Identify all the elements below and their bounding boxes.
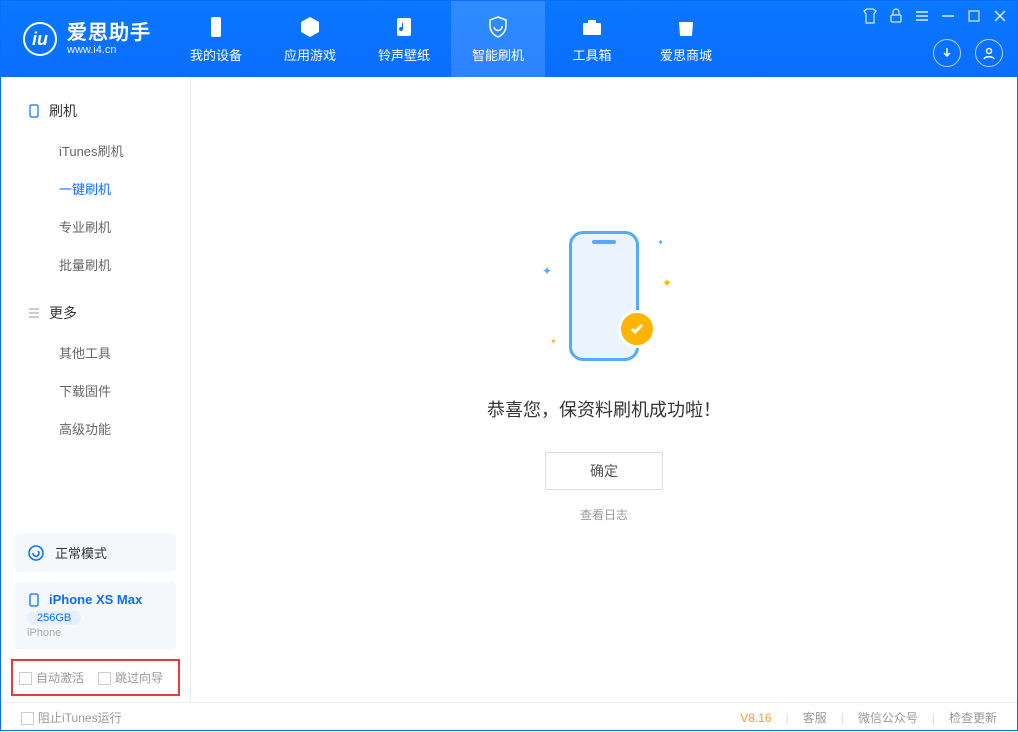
account-button[interactable] <box>975 39 1003 67</box>
tab-my-device[interactable]: 我的设备 <box>169 1 263 77</box>
header: iu 爱思助手 www.i4.cn 我的设备 应用游戏 铃声壁纸 智能刷机 工具… <box>1 1 1017 77</box>
close-icon[interactable] <box>991 7 1009 25</box>
sparkle-icon: ✦ <box>657 238 664 247</box>
app-logo: iu 爱思助手 www.i4.cn <box>1 22 169 56</box>
sparkle-icon: ✦ <box>550 337 557 346</box>
checkmark-badge-icon <box>618 310 656 348</box>
sidebar: 刷机 iTunes刷机 一键刷机 专业刷机 批量刷机 更多 其他工具 下载固件 … <box>1 77 191 702</box>
ok-button[interactable]: 确定 <box>545 452 663 490</box>
sidebar-group-more: 更多 <box>1 297 190 329</box>
check-update-link[interactable]: 检查更新 <box>949 709 997 726</box>
tab-apps-games[interactable]: 应用游戏 <box>263 1 357 77</box>
refresh-icon <box>27 544 45 562</box>
device-icon <box>27 104 41 118</box>
device-card[interactable]: iPhone XS Max 256GB iPhone <box>15 582 176 649</box>
phone-icon <box>204 15 228 39</box>
lock-icon[interactable] <box>887 7 905 25</box>
sidebar-item-advanced[interactable]: 高级功能 <box>1 409 190 447</box>
tshirt-icon[interactable] <box>861 7 879 25</box>
phone-small-icon <box>27 593 41 607</box>
success-message: 恭喜您，保资料刷机成功啦！ <box>487 396 721 422</box>
main-content: ✦ ✦ ✦ ✦ 恭喜您，保资料刷机成功啦！ 确定 查看日志 <box>191 77 1017 702</box>
sidebar-group-label: 更多 <box>49 303 77 323</box>
device-name-text: iPhone XS Max <box>49 592 142 607</box>
header-tabs: 我的设备 应用游戏 铃声壁纸 智能刷机 工具箱 爱思商城 <box>169 1 733 77</box>
shopping-bag-icon <box>674 15 698 39</box>
mode-label: 正常模式 <box>55 543 107 562</box>
tab-ringtones-wallpapers[interactable]: 铃声壁纸 <box>357 1 451 77</box>
cube-icon <box>298 15 322 39</box>
window-controls <box>861 7 1009 25</box>
sidebar-item-itunes-flash[interactable]: iTunes刷机 <box>1 131 190 169</box>
tab-label: 应用游戏 <box>284 45 336 64</box>
download-button[interactable] <box>933 39 961 67</box>
sidebar-group-flash: 刷机 <box>1 95 190 127</box>
toolbox-icon <box>580 15 604 39</box>
tab-toolbox[interactable]: 工具箱 <box>545 1 639 77</box>
menu-icon[interactable] <box>913 7 931 25</box>
music-note-icon <box>392 15 416 39</box>
view-log-link[interactable]: 查看日志 <box>580 506 628 523</box>
list-icon <box>27 306 41 320</box>
tab-label: 工具箱 <box>572 45 611 64</box>
tab-store[interactable]: 爱思商城 <box>639 1 733 77</box>
tab-label: 我的设备 <box>190 45 242 64</box>
mode-card[interactable]: 正常模式 <box>15 533 176 572</box>
sidebar-item-pro-flash[interactable]: 专业刷机 <box>1 207 190 245</box>
tab-label: 爱思商城 <box>660 45 712 64</box>
sidebar-item-batch-flash[interactable]: 批量刷机 <box>1 245 190 283</box>
version-label: V8.16 <box>740 711 771 725</box>
checkbox-skip-guide[interactable]: 跳过向导 <box>98 669 163 686</box>
header-actions <box>933 39 1003 67</box>
sidebar-item-download-firmware[interactable]: 下载固件 <box>1 371 190 409</box>
body: 刷机 iTunes刷机 一键刷机 专业刷机 批量刷机 更多 其他工具 下载固件 … <box>1 77 1017 702</box>
logo-icon: iu <box>23 22 57 56</box>
maximize-icon[interactable] <box>965 7 983 25</box>
tab-label: 铃声壁纸 <box>378 45 430 64</box>
wechat-link[interactable]: 微信公众号 <box>858 709 918 726</box>
checkbox-block-itunes[interactable]: 阻止iTunes运行 <box>21 709 122 726</box>
flash-options-highlight: 自动激活 跳过向导 <box>11 659 180 696</box>
shield-refresh-icon <box>486 15 510 39</box>
sidebar-item-oneclick-flash[interactable]: 一键刷机 <box>1 169 190 207</box>
device-type: iPhone <box>27 627 164 639</box>
footer: 阻止iTunes运行 V8.16 | 客服 | 微信公众号 | 检查更新 <box>1 702 1017 732</box>
sparkle-icon: ✦ <box>542 264 552 278</box>
tab-label: 智能刷机 <box>472 45 524 64</box>
device-storage-badge: 256GB <box>27 611 81 625</box>
success-illustration: ✦ ✦ ✦ ✦ <box>524 216 684 376</box>
tab-smart-flash[interactable]: 智能刷机 <box>451 1 545 77</box>
sparkle-icon: ✦ <box>662 276 672 290</box>
support-link[interactable]: 客服 <box>803 709 827 726</box>
minimize-icon[interactable] <box>939 7 957 25</box>
sidebar-group-label: 刷机 <box>49 101 77 121</box>
checkbox-auto-activate[interactable]: 自动激活 <box>19 669 84 686</box>
app-subtitle: www.i4.cn <box>67 44 151 56</box>
app-title: 爱思助手 <box>67 22 151 44</box>
sidebar-item-other-tools[interactable]: 其他工具 <box>1 333 190 371</box>
